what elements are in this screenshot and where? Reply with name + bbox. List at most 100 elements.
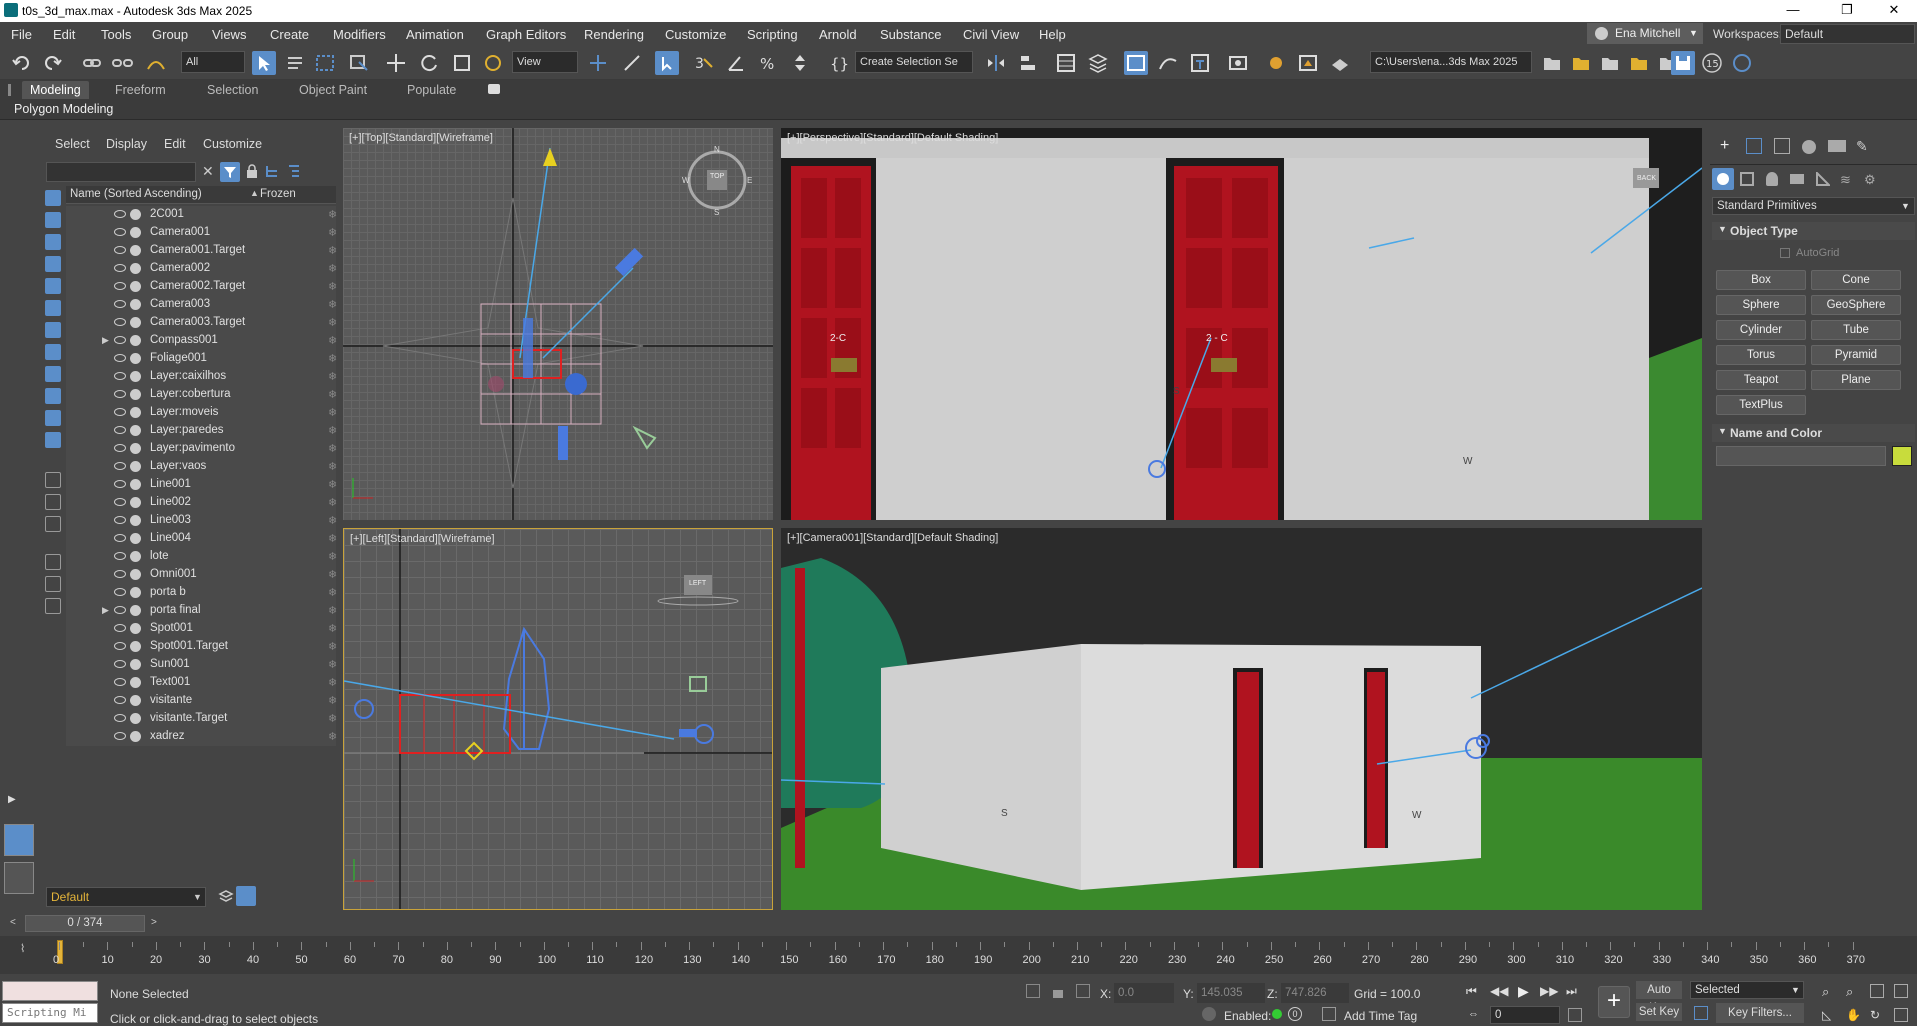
- freeze-icon[interactable]: ❄: [328, 244, 337, 257]
- freeze-icon[interactable]: ❄: [328, 262, 337, 275]
- isolate-selection-icon[interactable]: [1026, 984, 1040, 998]
- funnel-icon[interactable]: [45, 554, 61, 570]
- expand-arrow-icon[interactable]: ▶: [8, 794, 16, 805]
- scene-list-item[interactable]: Foliage001 ❄: [66, 350, 337, 368]
- maxscript-mini-listener[interactable]: Scripting Mi: [2, 1003, 98, 1023]
- freeze-icon[interactable]: ❄: [328, 370, 337, 383]
- visibility-icon[interactable]: [114, 660, 126, 668]
- freeze-icon[interactable]: ❄: [328, 496, 337, 509]
- toggle-scene-explorer-icon[interactable]: [1054, 51, 1078, 75]
- freeze-icon[interactable]: ❄: [328, 226, 337, 239]
- scene-list-item[interactable]: Layer:cobertura ❄: [66, 386, 337, 404]
- selection-filter-dropdown[interactable]: All: [181, 51, 245, 73]
- freeze-icon[interactable]: ❄: [328, 658, 337, 671]
- lights-filter-icon[interactable]: [45, 234, 61, 250]
- time-tag-icon[interactable]: [1322, 1007, 1336, 1021]
- maxscript-listener-input[interactable]: [2, 981, 98, 1001]
- geometry-category-icon[interactable]: [1712, 168, 1734, 190]
- viewport-top[interactable]: [+][Top][Standard][Wireframe] TOP N E S …: [343, 128, 773, 520]
- freeze-icon[interactable]: ❄: [328, 406, 337, 419]
- scene-list-item[interactable]: Text001 ❄: [66, 674, 337, 692]
- groups-filter-icon[interactable]: [45, 322, 61, 338]
- bones-filter-icon[interactable]: [45, 366, 61, 382]
- scene-list-item[interactable]: Layer:paredes ❄: [66, 422, 337, 440]
- display-none-icon[interactable]: [45, 494, 61, 510]
- viewport-label[interactable]: [+][Left][Standard][Wireframe]: [350, 533, 495, 545]
- layers-icon[interactable]: [218, 888, 234, 904]
- viewcube-top[interactable]: TOP: [710, 173, 724, 180]
- cameras-filter-icon[interactable]: [45, 256, 61, 272]
- clear-search-icon[interactable]: ✕: [202, 163, 214, 180]
- scene-list-item[interactable]: Camera001 ❄: [66, 224, 337, 242]
- utilities-tab-icon[interactable]: ✎: [1856, 138, 1868, 155]
- scene-search-input[interactable]: [46, 162, 196, 182]
- explorer-mode-icon[interactable]: [236, 886, 256, 906]
- visibility-icon[interactable]: [114, 426, 126, 434]
- material-editor-icon[interactable]: [1226, 51, 1250, 75]
- menu-modifiers[interactable]: Modifiers: [333, 27, 386, 42]
- menu-tools[interactable]: Tools: [101, 27, 131, 42]
- display-tab-icon[interactable]: [1828, 140, 1846, 152]
- percent-snap-icon[interactable]: %: [756, 51, 780, 75]
- freeze-icon[interactable]: ❄: [328, 316, 337, 329]
- mirror-icon[interactable]: [984, 51, 1008, 75]
- field-of-view-icon[interactable]: ◺: [1822, 1008, 1831, 1022]
- primitive-torus-button[interactable]: Torus: [1716, 345, 1806, 365]
- align-icon[interactable]: [1016, 51, 1040, 75]
- x-coordinate-input[interactable]: 0.0: [1114, 983, 1174, 1003]
- project-path-dropdown[interactable]: C:\Users\ena...3ds Max 2025: [1370, 51, 1532, 73]
- visibility-icon[interactable]: [114, 588, 126, 596]
- close-button[interactable]: ✕: [1871, 0, 1917, 22]
- visibility-icon[interactable]: [114, 534, 126, 542]
- category-dropdown[interactable]: Standard Primitives ▼: [1712, 197, 1915, 215]
- visibility-icon[interactable]: [114, 408, 126, 416]
- viewcube-back[interactable]: BACK: [1637, 175, 1656, 182]
- tab-modeling[interactable]: Modeling: [22, 81, 89, 99]
- link-icon[interactable]: [80, 51, 104, 75]
- schematic-view-icon[interactable]: [1188, 51, 1212, 75]
- display-all-icon[interactable]: [45, 472, 61, 488]
- toggle-ribbon-icon[interactable]: [1124, 51, 1148, 75]
- scene-list-item[interactable]: visitante ❄: [66, 692, 337, 710]
- scene-list-item[interactable]: ▶ Compass001 ❄: [66, 332, 337, 350]
- visibility-icon[interactable]: [114, 732, 126, 740]
- scene-menu-display[interactable]: Display: [106, 137, 147, 151]
- scene-list-item[interactable]: Layer:moveis ❄: [66, 404, 337, 422]
- lock-icon[interactable]: [246, 164, 258, 178]
- scene-list-item[interactable]: xadrez ❄: [66, 728, 337, 746]
- next-key-icon[interactable]: ▶▶: [1540, 984, 1558, 998]
- snaps-toggle-icon[interactable]: 3: [692, 51, 716, 75]
- menu-arnold[interactable]: Arnold: [819, 27, 857, 42]
- geometry-filter-icon[interactable]: [45, 190, 61, 206]
- autogrid-checkbox[interactable]: [1780, 248, 1790, 258]
- column-name[interactable]: Name (Sorted Ascending): [70, 188, 202, 200]
- scene-menu-edit[interactable]: Edit: [164, 137, 186, 151]
- visibility-icon[interactable]: [114, 696, 126, 704]
- freeze-icon[interactable]: ❄: [328, 442, 337, 455]
- select-object-icon[interactable]: [252, 51, 276, 75]
- viewport-label[interactable]: [+][Top][Standard][Wireframe]: [349, 132, 493, 144]
- pan-icon[interactable]: ✋: [1846, 1008, 1861, 1022]
- systems-category-icon[interactable]: ⚙: [1864, 172, 1876, 188]
- viewport-perspective[interactable]: [+][Perspective][Standard][Default Shadi…: [781, 128, 1702, 520]
- scene-list-item[interactable]: Layer:caixilhos ❄: [66, 368, 337, 386]
- freeze-icon[interactable]: ❄: [328, 352, 337, 365]
- ribbon-options-icon[interactable]: [488, 84, 500, 94]
- adaptive-degradation-icon[interactable]: [1202, 1007, 1216, 1021]
- space-warps-filter-icon[interactable]: [45, 300, 61, 316]
- curve-editor-icon[interactable]: [1156, 51, 1180, 75]
- folder-icon[interactable]: [45, 598, 61, 614]
- filter-icon[interactable]: [220, 162, 240, 182]
- containers-filter-icon[interactable]: [45, 388, 61, 404]
- maximize-button[interactable]: ❐: [1824, 0, 1870, 22]
- scene-list-item[interactable]: Camera003.Target ❄: [66, 314, 337, 332]
- frozen-filter-icon[interactable]: [45, 410, 61, 426]
- visibility-icon[interactable]: [114, 570, 126, 578]
- z-coordinate-input[interactable]: 747.826: [1281, 983, 1349, 1003]
- tab-populate[interactable]: Populate: [407, 83, 456, 97]
- cameras-category-icon[interactable]: [1790, 174, 1804, 184]
- scene-list-item[interactable]: ▶ porta final ❄: [66, 602, 337, 620]
- hierarchy-icon[interactable]: [264, 163, 280, 179]
- visibility-icon[interactable]: [114, 318, 126, 326]
- select-by-name-icon[interactable]: [283, 51, 307, 75]
